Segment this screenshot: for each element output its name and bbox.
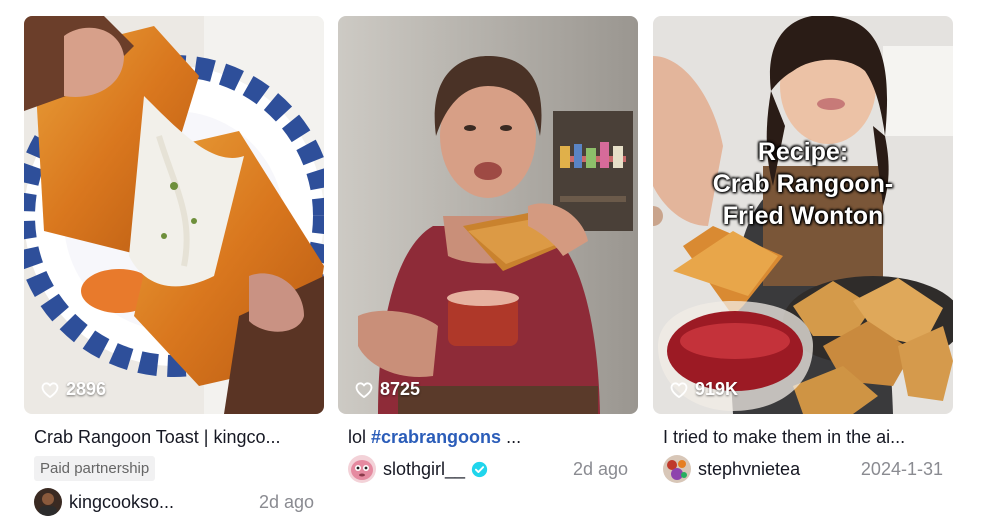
hashtag-link[interactable]: #crabrangoons — [371, 427, 501, 447]
like-count: 8725 — [354, 379, 420, 400]
paid-partnership-badge: Paid partnership — [34, 456, 156, 481]
overlay-line: Crab Rangoon- — [712, 170, 894, 198]
video-overlay-text: Recipe: Crab Rangoon- Fried Wonton — [653, 136, 953, 232]
video-card[interactable]: Recipe: Crab Rangoon- Fried Wonton 919K … — [653, 16, 953, 484]
description-text: Crab Rangoon Toast | kingco... — [34, 427, 281, 447]
avatar-image — [34, 488, 62, 516]
avatar-image — [663, 455, 691, 483]
username[interactable]: kingcookso... — [69, 492, 174, 513]
avatar[interactable] — [663, 455, 691, 483]
heart-outline-icon — [41, 381, 59, 398]
heart-outline-icon — [355, 381, 373, 398]
heart-outline-icon — [670, 381, 688, 398]
post-date: 2024-1-31 — [860, 458, 943, 479]
like-count-text: 2896 — [66, 379, 107, 399]
overlay-line: Fried Wonton — [722, 202, 884, 230]
verified-badge-icon — [471, 461, 488, 477]
author-row: slothgirl__ 2d ago — [348, 454, 638, 484]
like-count: 919K — [669, 379, 738, 400]
description-text: lol — [348, 427, 372, 447]
username[interactable]: slothgirl__ — [383, 459, 465, 480]
video-description[interactable]: Crab Rangoon Toast | kingco... — [34, 426, 324, 448]
description-text: I tried to make them in the ai... — [663, 427, 906, 447]
author-row: kingcookso... 2d ago — [34, 487, 324, 517]
thumbnail-image — [338, 16, 638, 414]
video-description[interactable]: I tried to make them in the ai... — [663, 426, 953, 448]
like-count: 2896 — [40, 379, 106, 400]
like-count-text: 919K — [695, 379, 739, 399]
like-count-text: 8725 — [380, 379, 421, 399]
post-date: 2d ago — [572, 458, 628, 479]
author-row: stephvnietea 2024-1-31 — [663, 454, 953, 484]
description-ellipsis: ... — [501, 427, 522, 447]
video-card[interactable]: 2896 Crab Rangoon Toast | kingco... Paid… — [24, 16, 324, 517]
video-thumbnail[interactable]: Recipe: Crab Rangoon- Fried Wonton 919K — [653, 16, 953, 414]
username[interactable]: stephvnietea — [698, 459, 800, 480]
video-description[interactable]: lol #crabrangoons ... — [348, 426, 638, 448]
overlay-line: Recipe: — [757, 138, 849, 166]
avatar[interactable] — [348, 455, 376, 483]
video-thumbnail[interactable]: 2896 — [24, 16, 324, 414]
video-card[interactable]: 8725 lol #crabrangoons ... slothgirl__ 2… — [338, 16, 638, 484]
thumbnail-image — [24, 16, 324, 414]
avatar-image — [348, 455, 376, 483]
post-date: 2d ago — [258, 491, 314, 512]
avatar[interactable] — [34, 488, 62, 516]
video-thumbnail[interactable]: 8725 — [338, 16, 638, 414]
